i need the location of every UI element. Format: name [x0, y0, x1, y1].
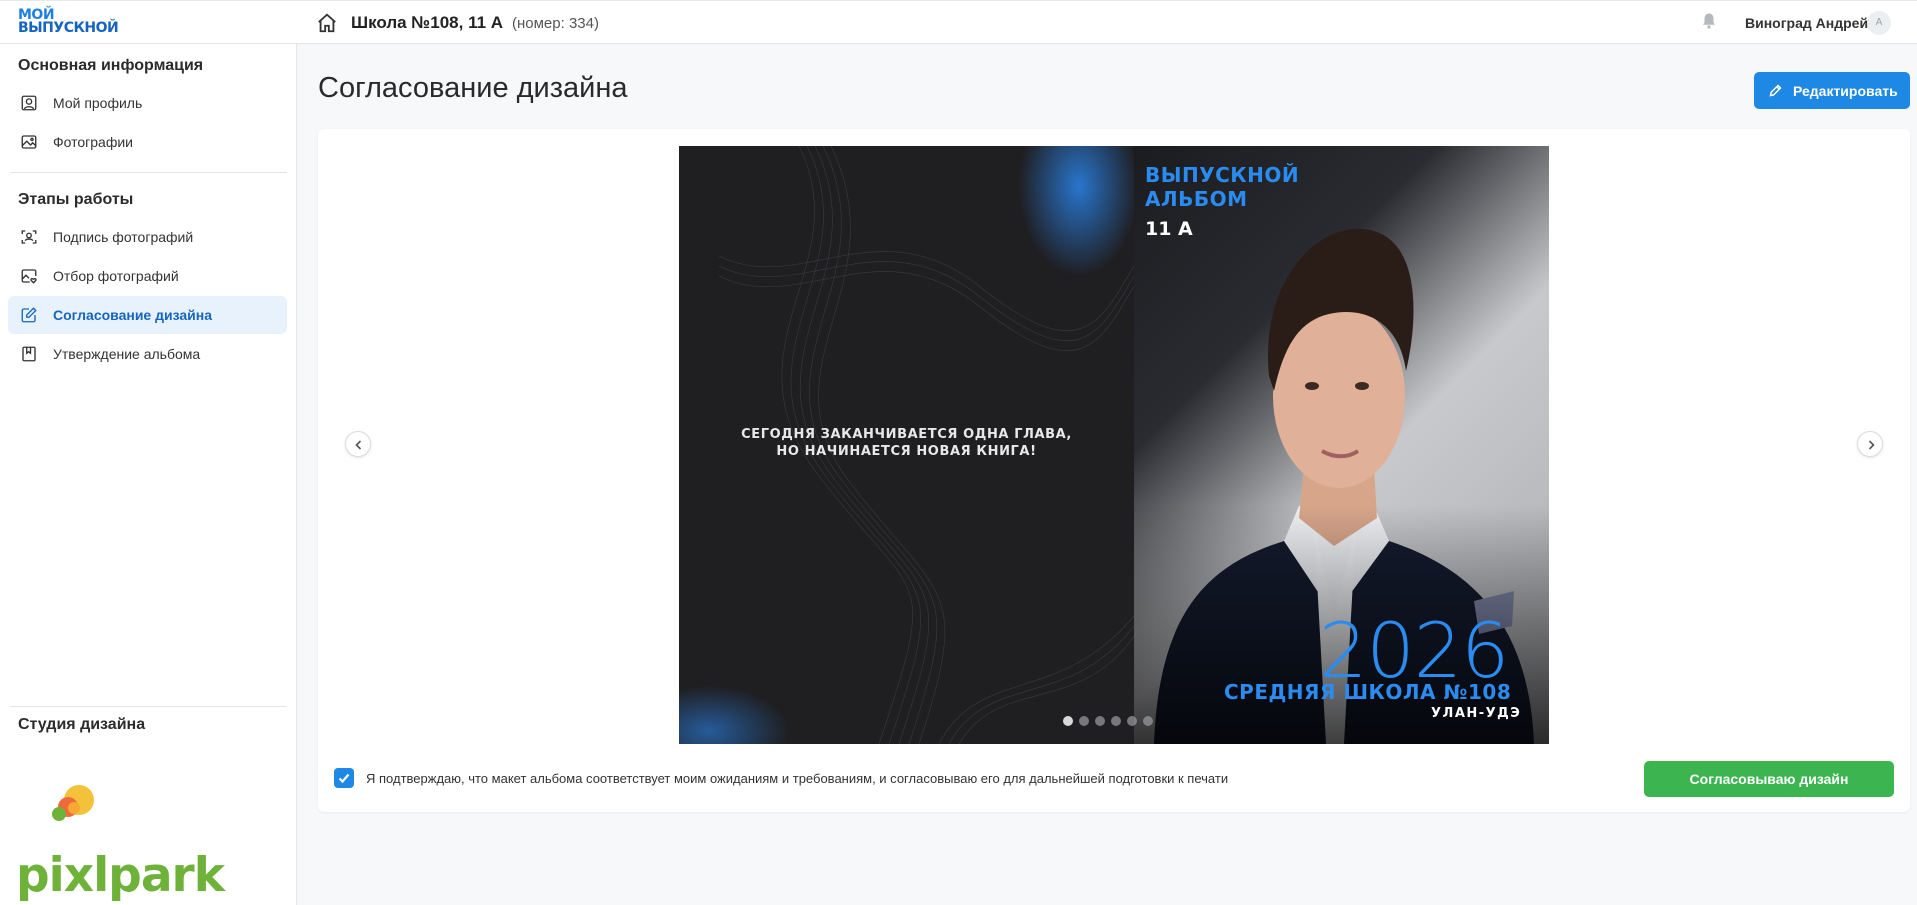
- album-school: СРЕДНЯЯ ШКОЛА №108: [1224, 680, 1512, 704]
- slide-dot[interactable]: [1143, 716, 1153, 726]
- sidebar-item-album-approval[interactable]: Утверждение альбома: [8, 335, 287, 373]
- album-city: УЛАН-УДЭ: [1431, 706, 1522, 721]
- edit-button[interactable]: Редактировать: [1754, 72, 1910, 109]
- approve-design-button[interactable]: Согласовываю дизайн: [1644, 761, 1894, 797]
- image-icon: [21, 135, 37, 149]
- section-title-stages: Этапы работы: [18, 191, 134, 208]
- album-title-line2: АЛЬБОМ: [1145, 187, 1248, 211]
- confirm-checkbox[interactable]: [334, 768, 354, 788]
- album-spread: СЕГОДНЯ ЗАКАНЧИВАЕТСЯ ОДНА ГЛАВА, НО НАЧ…: [679, 146, 1549, 744]
- confirm-label: Я подтверждаю, что макет альбома соответ…: [366, 771, 1229, 786]
- studio-logo: pixlpark: [16, 782, 225, 905]
- divider: [10, 172, 287, 173]
- bell-icon[interactable]: [1700, 11, 1718, 31]
- school-number: (номер: 334): [512, 15, 599, 32]
- sidebar-item-photos[interactable]: Фотографии: [8, 123, 287, 161]
- sidebar-item-label: Утверждение альбома: [53, 346, 201, 362]
- check-icon: [338, 773, 350, 784]
- sidebar-item-label: Согласование дизайна: [53, 307, 213, 323]
- quote-line2: НО НАЧИНАЕТСЯ НОВАЯ КНИГА!: [776, 444, 1037, 459]
- sidebar-item-profile[interactable]: Мой профиль: [8, 84, 287, 122]
- chevron-right-icon: [1868, 440, 1875, 450]
- section-title-studio: Студия дизайна: [18, 716, 146, 733]
- sidebar-item-photo-selection[interactable]: Отбор фотографий: [8, 257, 287, 295]
- chevron-left-icon: [355, 440, 362, 450]
- avatar[interactable]: А: [1867, 11, 1891, 35]
- album-title: ВЫПУСКНОЙ АЛЬБОМ: [1145, 163, 1299, 211]
- page-title: Согласование дизайна: [318, 72, 628, 104]
- user-icon: [21, 95, 37, 111]
- face-scan-icon: [21, 230, 37, 244]
- section-title-main: Основная информация: [18, 57, 204, 74]
- sidebar-item-label: Фотографии: [53, 134, 134, 150]
- top-bar: Мой Выпускной Школа №108, 11 А (номер: 3…: [0, 0, 1917, 44]
- prev-slide-button[interactable]: [345, 431, 371, 457]
- slide-dot[interactable]: [1127, 716, 1137, 726]
- book-icon: [22, 346, 36, 362]
- sidebar-item-label: Подпись фотографий: [53, 229, 194, 245]
- sidebar-item-label: Отбор фотографий: [53, 268, 179, 284]
- slide-dot[interactable]: [1079, 716, 1089, 726]
- slide-dot[interactable]: [1111, 716, 1121, 726]
- sidebar-item-photo-captions[interactable]: Подпись фотографий: [8, 218, 287, 256]
- pencil-icon: [1769, 84, 1782, 97]
- sidebar-item-label: Мой профиль: [53, 95, 143, 111]
- slide-dot[interactable]: [1095, 716, 1105, 726]
- slide-dots: [1063, 716, 1153, 726]
- album-title-line1: ВЫПУСКНОЙ: [1145, 163, 1300, 187]
- divider: [10, 706, 287, 707]
- user-name[interactable]: Виноград Андрей: [1745, 15, 1868, 31]
- pixlpark-logo-icon: [52, 785, 94, 821]
- logo-line2: Выпускной: [18, 20, 119, 36]
- album-class: 11 А: [1145, 218, 1193, 240]
- edit-icon: [21, 307, 37, 323]
- album-right-page: ВЫПУСКНОЙ АЛЬБОМ 11 А 2026 СРЕДНЯЯ ШКОЛА…: [1134, 146, 1549, 744]
- sidebar-item-design-approval[interactable]: Согласование дизайна: [8, 296, 287, 334]
- album-quote: СЕГОДНЯ ЗАКАНЧИВАЕТСЯ ОДНА ГЛАВА, НО НАЧ…: [679, 426, 1134, 460]
- home-icon[interactable]: [316, 12, 338, 34]
- school-title: Школа №108, 11 А: [351, 13, 504, 32]
- quote-line1: СЕГОДНЯ ЗАКАНЧИВАЕТСЯ ОДНА ГЛАВА,: [741, 427, 1072, 442]
- album-left-page: СЕГОДНЯ ЗАКАНЧИВАЕТСЯ ОДНА ГЛАВА, НО НАЧ…: [679, 146, 1134, 744]
- app-logo[interactable]: Мой Выпускной: [18, 8, 120, 37]
- pixlpark-wordmark: pixlpark: [16, 848, 225, 903]
- sidebar: Основная информация Мой профиль Фотограф…: [0, 44, 297, 905]
- edit-button-label: Редактировать: [1793, 83, 1898, 99]
- next-slide-button[interactable]: [1857, 431, 1883, 457]
- image-heart-icon: [21, 269, 37, 284]
- slide-dot[interactable]: [1063, 716, 1073, 726]
